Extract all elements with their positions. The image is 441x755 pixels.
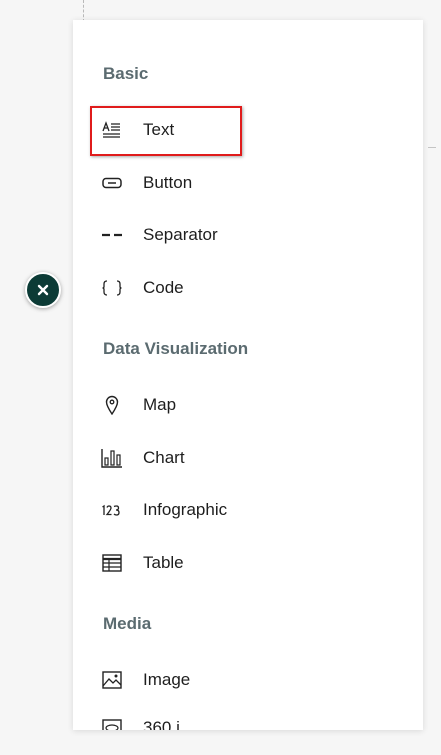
image-icon [101, 669, 123, 691]
menu-item-label: Infographic [143, 500, 228, 519]
menu-item-label: Code [143, 278, 184, 297]
section-title-data-visualization: Data Visualization [103, 339, 249, 358]
menu-item-image-360[interactable]: 360 i [101, 713, 361, 730]
menu-item-code[interactable]: Code [101, 273, 361, 303]
menu-item-image[interactable]: Image [101, 665, 361, 695]
menu-item-label: Image [143, 670, 191, 689]
close-button[interactable] [25, 272, 61, 308]
menu-item-label: Separator [143, 225, 218, 244]
guide-line-vertical [83, 0, 84, 22]
menu-item-infographic[interactable]: Infographic [101, 495, 361, 525]
menu-item-label: Button [143, 173, 193, 192]
image-360-icon [101, 717, 123, 730]
bar-chart-icon [101, 447, 123, 469]
table-icon [101, 552, 123, 574]
menu-item-button[interactable]: Button [101, 168, 361, 198]
guide-line-horizontal [428, 147, 436, 148]
number-123-icon [101, 499, 123, 521]
menu-item-separator[interactable]: Separator [101, 220, 361, 250]
menu-item-table[interactable]: Table [101, 548, 361, 578]
map-pin-icon [101, 394, 123, 416]
section-title-media: Media [103, 614, 152, 633]
close-icon [37, 284, 49, 296]
menu-item-label: Map [143, 395, 177, 414]
add-content-panel: Basic Text Button Separator Code Data Vi… [73, 20, 423, 730]
menu-item-label: Chart [143, 448, 185, 467]
menu-item-chart[interactable]: Chart [101, 443, 361, 473]
code-braces-icon [101, 277, 123, 299]
menu-item-label: 360 i [143, 718, 180, 730]
menu-item-map[interactable]: Map [101, 390, 361, 420]
section-title-basic: Basic [103, 64, 149, 83]
separator-icon [101, 224, 123, 246]
menu-item-label: Table [143, 553, 184, 572]
button-icon [101, 172, 123, 194]
highlight-box [90, 106, 242, 156]
